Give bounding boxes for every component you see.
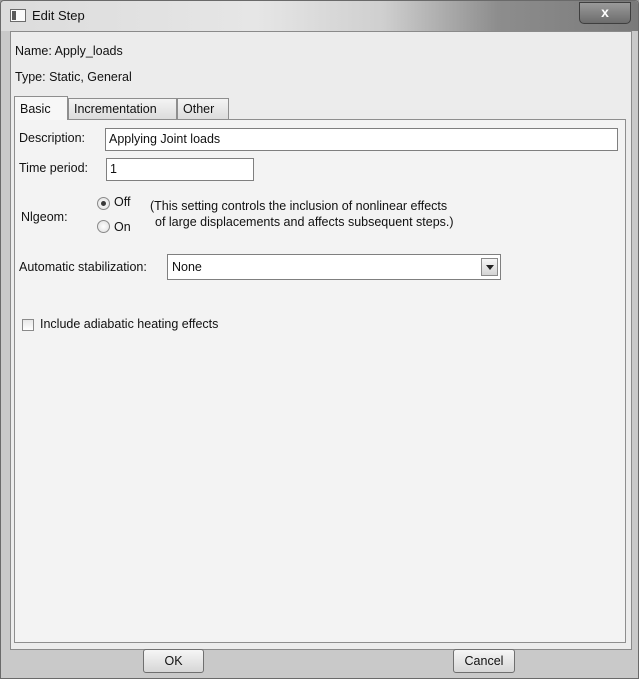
description-label: Description: bbox=[19, 131, 85, 145]
nlgeom-note-line2: of large displacements and affects subse… bbox=[155, 215, 454, 229]
tab-incrementation[interactable]: Incrementation bbox=[68, 98, 177, 119]
chevron-down-icon[interactable] bbox=[481, 258, 498, 276]
nlgeom-label: Nlgeom: bbox=[21, 210, 68, 224]
description-field[interactable]: Applying Joint loads bbox=[105, 128, 618, 151]
edit-step-dialog: Edit Step x Name: Apply_loads Type: Stat… bbox=[0, 0, 639, 679]
step-type-row: Type: Static, General bbox=[15, 70, 132, 84]
nlgeom-note-line1: (This setting controls the inclusion of … bbox=[150, 199, 448, 213]
step-type-label: Type: bbox=[15, 70, 46, 84]
window-title: Edit Step bbox=[32, 8, 85, 23]
dialog-body: Name: Apply_loads Type: Static, General … bbox=[10, 31, 632, 650]
window-icon bbox=[10, 9, 26, 22]
time-period-field[interactable]: 1 bbox=[106, 158, 254, 181]
step-name-label: Name: bbox=[15, 44, 52, 58]
stabilization-dropdown[interactable]: None bbox=[167, 254, 501, 280]
tab-other[interactable]: Other bbox=[177, 98, 229, 119]
time-period-label: Time period: bbox=[19, 161, 89, 175]
nlgeom-on-label[interactable]: On bbox=[114, 220, 131, 234]
basic-tab-panel: Description: Applying Joint loads Time p… bbox=[14, 119, 626, 643]
tab-basic[interactable]: Basic bbox=[14, 96, 68, 120]
ok-button[interactable]: OK bbox=[143, 649, 204, 673]
close-button[interactable]: x bbox=[579, 2, 631, 24]
nlgeom-off-label[interactable]: Off bbox=[114, 195, 130, 209]
cancel-button[interactable]: Cancel bbox=[453, 649, 515, 673]
step-type-value: Static, General bbox=[49, 70, 132, 84]
step-name-value: Apply_loads bbox=[54, 44, 123, 58]
adiabatic-label[interactable]: Include adiabatic heating effects bbox=[40, 317, 218, 331]
stabilization-label: Automatic stabilization: bbox=[19, 260, 147, 274]
nlgeom-off-radio[interactable] bbox=[97, 197, 110, 210]
title-bar[interactable]: Edit Step x bbox=[1, 1, 638, 31]
stabilization-value: None bbox=[172, 260, 202, 274]
step-name-row: Name: Apply_loads bbox=[15, 44, 123, 58]
nlgeom-on-radio[interactable] bbox=[97, 220, 110, 233]
adiabatic-checkbox[interactable] bbox=[22, 319, 34, 331]
